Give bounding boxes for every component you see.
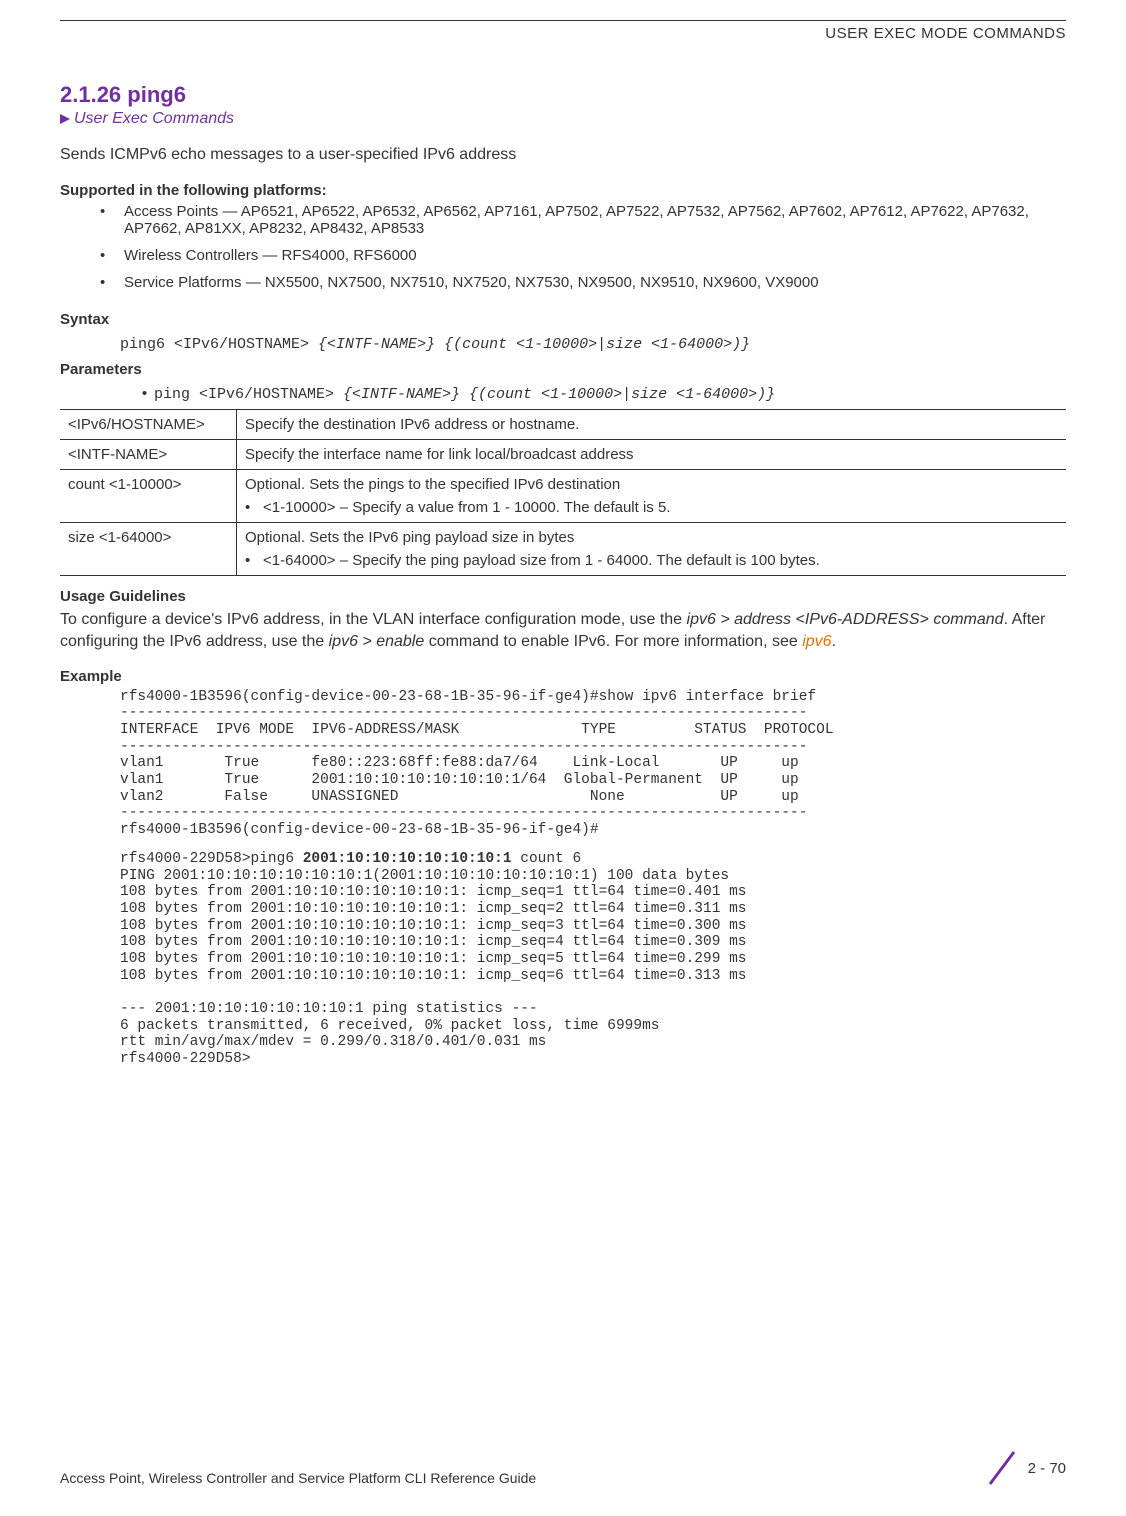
usage-text: To configure a device's IPv6 address, in…	[60, 609, 1066, 654]
footer-title: Access Point, Wireless Controller and Se…	[60, 1470, 536, 1486]
supported-list: •Access Points — AP6521, AP6522, AP6532,…	[100, 203, 1066, 301]
parameters-usage-line: •ping <IPv6/HOSTNAME> {<INTF-NAME>} {(co…	[140, 386, 1066, 403]
list-item: •Wireless Controllers — RFS4000, RFS6000	[100, 247, 1066, 264]
table-row: size <1-64000> Optional. Sets the IPv6 p…	[60, 523, 1066, 576]
list-item: •Access Points — AP6521, AP6522, AP6532,…	[100, 203, 1066, 237]
param-desc: Optional. Sets the IPv6 ping payload siz…	[237, 523, 1067, 576]
usage-heading: Usage Guidelines	[60, 588, 1066, 605]
ipv6-link[interactable]: ipv6	[802, 633, 831, 650]
param-desc: Specify the interface name for link loca…	[237, 440, 1067, 470]
param-desc: Specify the destination IPv6 address or …	[237, 410, 1067, 440]
example-block-1: rfs4000-1B3596(config-device-00-23-68-1B…	[120, 689, 1066, 839]
table-row: <IPv6/HOSTNAME> Specify the destination …	[60, 410, 1066, 440]
breadcrumb-label: User Exec Commands	[74, 110, 234, 128]
param-name: <INTF-NAME>	[60, 440, 237, 470]
example-heading: Example	[60, 668, 1066, 685]
supported-heading: Supported in the following platforms:	[60, 182, 1066, 199]
parameters-table: <IPv6/HOSTNAME> Specify the destination …	[60, 409, 1066, 576]
example-block-2: rfs4000-229D58>ping6 2001:10:10:10:10:10…	[120, 851, 1066, 1068]
param-name: count <1-10000>	[60, 470, 237, 523]
list-item: •Service Platforms — NX5500, NX7500, NX7…	[100, 274, 1066, 291]
breadcrumb[interactable]: User Exec Commands	[60, 110, 1066, 128]
intro-text: Sends ICMPv6 echo messages to a user-spe…	[60, 146, 1066, 164]
syntax-heading: Syntax	[60, 311, 1066, 328]
header-rule	[60, 20, 1066, 21]
slash-icon	[984, 1450, 1020, 1486]
page-header: USER EXEC MODE COMMANDS	[60, 25, 1066, 42]
param-desc: Optional. Sets the pings to the specifie…	[237, 470, 1067, 523]
table-row: <INTF-NAME> Specify the interface name f…	[60, 440, 1066, 470]
parameters-heading: Parameters	[60, 361, 1066, 378]
param-name: <IPv6/HOSTNAME>	[60, 410, 237, 440]
section-title: 2.1.26 ping6	[60, 82, 1066, 108]
triangle-right-icon	[60, 114, 70, 124]
footer-page: 2 - 70	[984, 1450, 1066, 1486]
page-footer: Access Point, Wireless Controller and Se…	[60, 1430, 1066, 1516]
table-row: count <1-10000> Optional. Sets the pings…	[60, 470, 1066, 523]
param-name: size <1-64000>	[60, 523, 237, 576]
syntax-line: ping6 <IPv6/HOSTNAME> {<INTF-NAME>} {(co…	[120, 336, 1066, 353]
